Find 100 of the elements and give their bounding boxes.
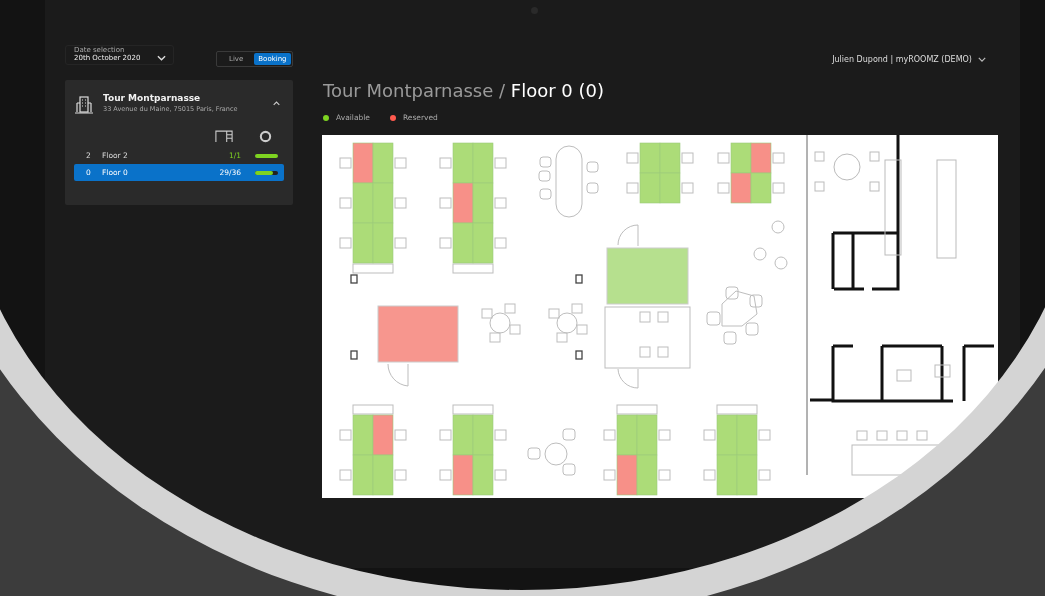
meeting-room[interactable] <box>606 247 689 305</box>
chair <box>339 197 352 209</box>
chair <box>339 157 352 169</box>
chair <box>494 429 507 441</box>
chair <box>494 197 507 209</box>
chair <box>626 182 639 194</box>
desk-seat[interactable] <box>372 222 394 264</box>
round-table-drawing <box>481 303 521 343</box>
desk-seat[interactable] <box>372 182 394 224</box>
desk-seat[interactable] <box>352 142 374 184</box>
desk-seat[interactable] <box>472 182 494 224</box>
desk-seat[interactable] <box>452 222 474 264</box>
stool <box>774 256 788 270</box>
chair <box>772 152 785 164</box>
desk-seat[interactable] <box>452 454 474 496</box>
desk-end <box>716 404 758 415</box>
chair <box>703 429 716 441</box>
chair <box>494 237 507 249</box>
chair <box>394 469 407 481</box>
desk-end <box>452 404 494 415</box>
chevron-down-icon <box>978 56 986 62</box>
desk-seat[interactable] <box>472 142 494 184</box>
round-table-drawing <box>527 428 576 476</box>
chair <box>339 469 352 481</box>
desk-seat[interactable] <box>636 454 658 496</box>
building-icon <box>74 95 94 115</box>
chair <box>758 469 771 481</box>
chair <box>439 429 452 441</box>
floor-plan-icon <box>215 130 233 143</box>
chair <box>394 429 407 441</box>
desk-end <box>616 404 658 415</box>
stool <box>771 220 785 234</box>
desk-end <box>452 263 494 274</box>
user-menu[interactable]: Julien Dupond | myROOMZ (DEMO) <box>826 53 992 65</box>
desk-seat[interactable] <box>750 172 772 204</box>
stool <box>753 247 767 261</box>
desk-seat[interactable] <box>659 172 681 204</box>
chair <box>658 429 671 441</box>
column-icon <box>575 274 583 284</box>
chair <box>626 152 639 164</box>
desk-seat[interactable] <box>352 182 374 224</box>
desk-seat[interactable] <box>472 222 494 264</box>
desk-end <box>352 263 394 274</box>
desk-seat[interactable] <box>452 182 474 224</box>
desk-seat[interactable] <box>659 142 681 174</box>
chair <box>394 157 407 169</box>
door-icon <box>387 363 409 387</box>
chair <box>681 152 694 164</box>
desk-seat[interactable] <box>716 454 738 496</box>
desk-seat[interactable] <box>452 142 474 184</box>
column-icon <box>575 350 583 360</box>
table-drawing <box>706 286 763 345</box>
desk-seat[interactable] <box>352 222 374 264</box>
desk-seat[interactable] <box>639 142 661 174</box>
chair <box>717 182 730 194</box>
column-icon <box>350 274 358 284</box>
meeting-room[interactable] <box>377 305 459 363</box>
desk-seat[interactable] <box>736 454 758 496</box>
desk-seat[interactable] <box>716 414 738 456</box>
desk-seat[interactable] <box>472 454 494 496</box>
chair <box>439 469 452 481</box>
desk-seat[interactable] <box>472 414 494 456</box>
chair <box>717 152 730 164</box>
desk-seat[interactable] <box>730 142 752 174</box>
door-icon <box>617 224 639 247</box>
floor-title: Floor 0 (0) <box>510 80 604 101</box>
chair <box>439 237 452 249</box>
desk-seat[interactable] <box>372 454 394 496</box>
chair <box>394 237 407 249</box>
desk-seat[interactable] <box>372 142 394 184</box>
desk-seat[interactable] <box>452 414 474 456</box>
building-name: Tour Montparnasse <box>103 93 202 103</box>
chair <box>494 469 507 481</box>
chevron-down-icon <box>157 55 166 61</box>
desk-seat[interactable] <box>730 172 752 204</box>
desk-seat[interactable] <box>736 414 758 456</box>
chair <box>439 197 452 209</box>
column-icon <box>350 350 358 360</box>
door-icon <box>617 368 639 389</box>
desk-seat[interactable] <box>616 454 638 496</box>
donut-icon <box>259 130 272 143</box>
chair <box>339 429 352 441</box>
desk-seat[interactable] <box>750 142 772 174</box>
desk-seat[interactable] <box>616 414 638 456</box>
chevron-up-icon[interactable] <box>273 101 280 106</box>
chair <box>494 157 507 169</box>
desk-end <box>352 404 394 415</box>
chair <box>658 469 671 481</box>
desk-seat[interactable] <box>639 172 661 204</box>
desk-seat[interactable] <box>352 414 374 456</box>
chair <box>772 182 785 194</box>
chair <box>439 157 452 169</box>
chair <box>603 469 616 481</box>
desk-seat[interactable] <box>636 414 658 456</box>
round-table-drawing <box>548 303 588 343</box>
chair <box>703 469 716 481</box>
desk-seat[interactable] <box>352 454 374 496</box>
chair <box>339 237 352 249</box>
desk-seat[interactable] <box>372 414 394 456</box>
building-title: Tour Montparnasse / <box>323 80 506 101</box>
